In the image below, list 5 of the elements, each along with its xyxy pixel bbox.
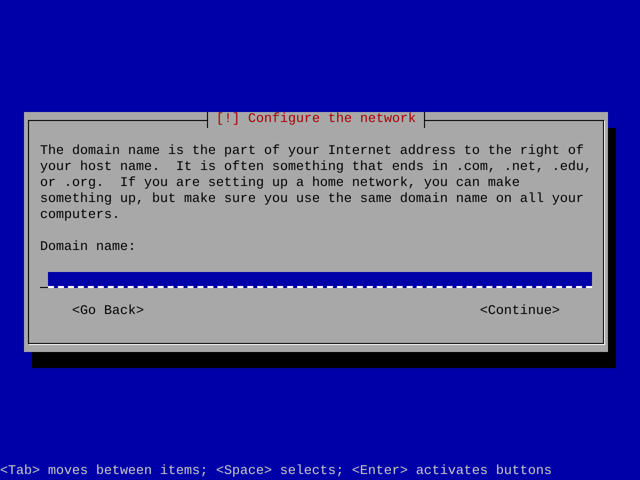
help-line: <Tab> moves between items; <Space> selects; <Enter> activates buttons — [0, 464, 553, 480]
domain-name-field[interactable] — [40, 272, 592, 288]
dialog-message: The domain name is the part of your Internet address to the right of your host name. It is often something that ends in .com, .net, .edu, or .org. If you are setting up a home network, you can make something up, but make sure you use the same domain name on all your computers. — [40, 144, 592, 224]
dialog-title: [!] Configure the network — [207, 112, 425, 128]
field-label: Domain name: — [40, 240, 137, 256]
